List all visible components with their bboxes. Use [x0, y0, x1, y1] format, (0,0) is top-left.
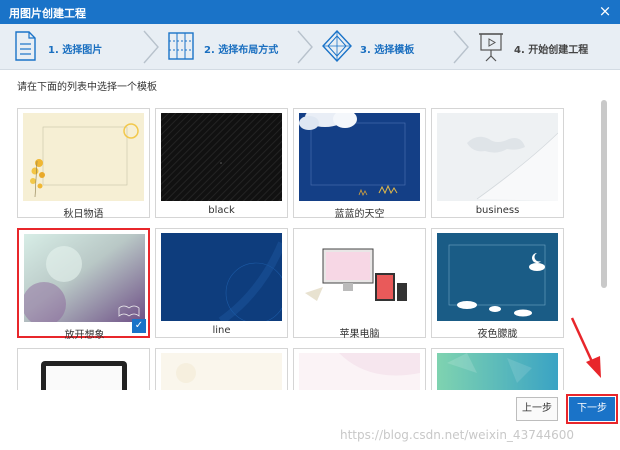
step-start-project: 4. 开始创建工程 — [478, 24, 618, 70]
template-name: 夜色朦胧 — [477, 329, 518, 340]
template-name: 秋日物语 — [63, 209, 104, 220]
template-thumbnail — [161, 113, 282, 201]
template-thumbnail — [299, 233, 420, 321]
template-card[interactable]: 夜色朦胧 — [431, 228, 564, 340]
template-thumbnail — [437, 353, 558, 390]
template-card[interactable]: line — [155, 228, 288, 338]
window-title: 用图片创建工程 — [9, 7, 86, 20]
step-select-template: 3. 选择模板 — [322, 24, 452, 70]
template-list: 秋日物语 black 蓝蓝的天空 business 放开想象 ✓ line 苹果… — [8, 100, 600, 390]
instruction-text: 请在下面的列表中选择一个模板 — [17, 82, 157, 93]
chevron-right-icon — [453, 30, 469, 64]
template-thumbnail — [299, 353, 420, 390]
template-card[interactable] — [431, 348, 564, 390]
template-diamond-icon — [322, 30, 352, 62]
step-select-layout: 2. 选择布局方式 — [168, 24, 298, 70]
chevron-right-icon — [297, 30, 313, 64]
template-thumbnail — [299, 113, 420, 201]
template-thumbnail — [23, 353, 144, 390]
image-page-icon — [15, 31, 36, 61]
template-name: 苹果电脑 — [339, 329, 380, 340]
template-card[interactable]: 放开想象 ✓ — [17, 228, 150, 341]
template-name: 蓝蓝的天空 — [334, 209, 385, 220]
wizard-steps: 1. 选择图片 2. 选择布局方式 3. 选择模板 4. 开始创建工程 — [0, 24, 620, 70]
step-label: 1. 选择图片 — [48, 45, 103, 56]
template-name: black — [208, 205, 235, 216]
template-name: line — [212, 325, 231, 336]
step-label: 3. 选择模板 — [360, 45, 415, 56]
template-card[interactable] — [155, 348, 288, 390]
template-thumbnail — [161, 233, 282, 321]
template-thumbnail — [24, 234, 145, 322]
vertical-scrollbar[interactable] — [601, 100, 607, 288]
step-select-image: 1. 选择图片 — [10, 24, 130, 70]
previous-step-button[interactable]: 上一步 — [516, 397, 558, 421]
presentation-board-icon — [479, 33, 503, 62]
template-thumbnail — [437, 113, 558, 201]
template-name: 放开想象 — [64, 330, 105, 341]
template-card[interactable]: 秋日物语 — [17, 108, 150, 220]
annotation-arrow-icon — [570, 317, 601, 378]
template-card[interactable]: 苹果电脑 — [293, 228, 426, 340]
next-step-button[interactable]: 下一步 — [566, 394, 618, 424]
step-label: 4. 开始创建工程 — [514, 45, 589, 56]
close-icon[interactable]: × — [596, 2, 614, 20]
template-name: business — [475, 205, 520, 216]
template-card[interactable] — [17, 348, 150, 390]
template-thumbnail — [23, 113, 144, 201]
template-card[interactable]: black — [155, 108, 288, 218]
template-card[interactable]: 蓝蓝的天空 — [293, 108, 426, 220]
template-thumbnail — [161, 353, 282, 390]
step-label: 2. 选择布局方式 — [204, 45, 279, 56]
selected-check-icon: ✓ — [132, 319, 146, 333]
layout-grid-icon — [168, 32, 194, 60]
template-thumbnail — [437, 233, 558, 321]
title-bar: 用图片创建工程 × — [0, 0, 620, 24]
template-card[interactable]: business — [431, 108, 564, 218]
watermark-text: https://blog.csdn.net/weixin_43744600 — [340, 428, 575, 442]
template-card[interactable] — [293, 348, 426, 390]
chevron-right-icon — [143, 30, 159, 64]
